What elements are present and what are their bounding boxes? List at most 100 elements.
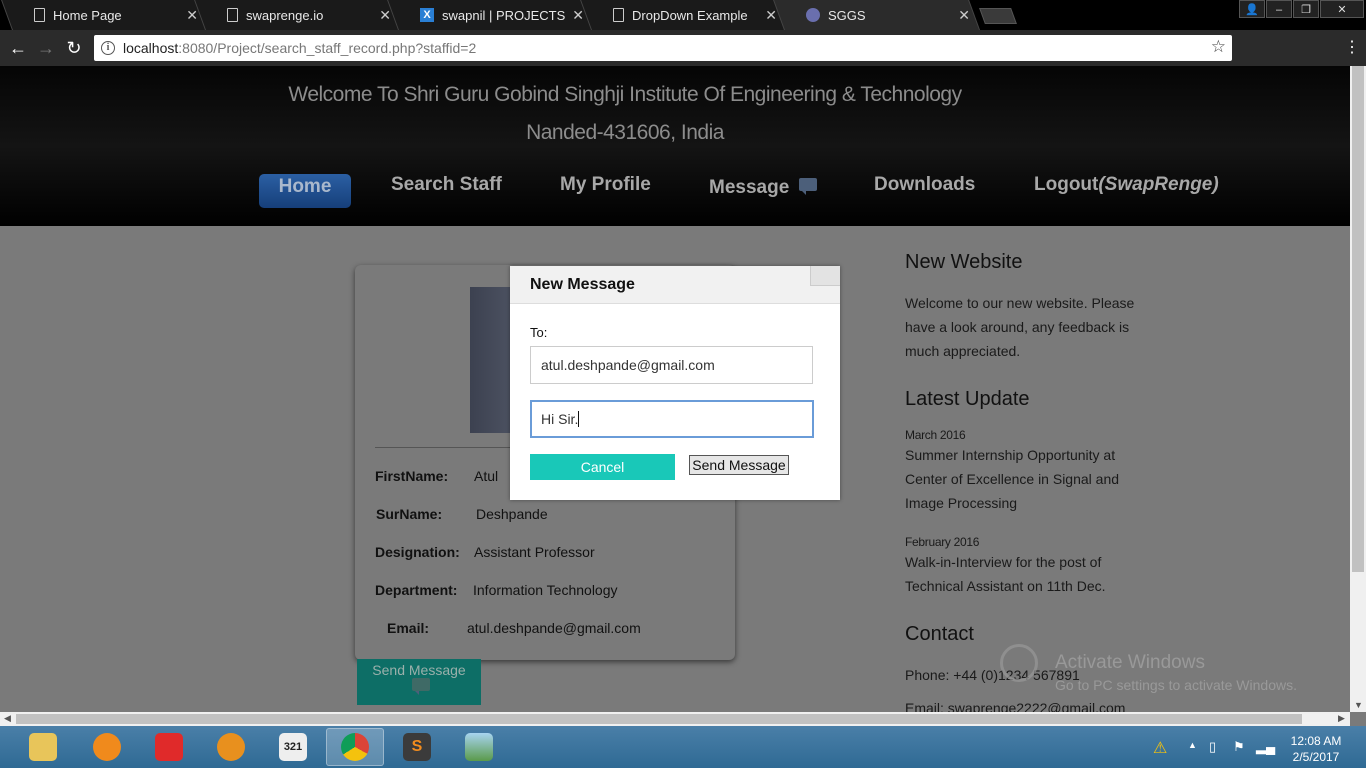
- scroll-down-arrow-icon[interactable]: ▼: [1354, 700, 1363, 710]
- info-icon[interactable]: i: [101, 41, 115, 55]
- recipient-input[interactable]: atul.deshpande@gmail.com: [530, 346, 813, 384]
- activate-windows-title: Activate Windows: [1055, 652, 1205, 673]
- bookmark-star-icon[interactable]: ☆: [1211, 37, 1226, 57]
- chevron-up-icon[interactable]: ▲: [1188, 740, 1197, 750]
- firstname-label: FirstName:: [375, 468, 449, 484]
- tab-dropdown-example[interactable]: DropDown Example ✕: [580, 0, 787, 30]
- nav-logout[interactable]: Logout(SwapRenge): [1034, 174, 1219, 196]
- key-watermark-icon: [1000, 644, 1038, 682]
- close-icon[interactable]: ✕: [572, 7, 584, 24]
- surname-label: SurName:: [376, 506, 443, 522]
- reload-icon[interactable]: ↻: [62, 36, 86, 60]
- media-player-321-icon: 321: [279, 733, 307, 761]
- back-arrow-icon[interactable]: ←: [6, 36, 30, 60]
- update-date: March 2016: [905, 428, 966, 442]
- send-message-button[interactable]: Send Message: [357, 659, 481, 705]
- site-header: Welcome To Shri Guru Gobind Singhji Inst…: [0, 66, 1350, 226]
- dialog-close-button[interactable]: [810, 266, 840, 286]
- tab-title: Home Page: [53, 7, 122, 23]
- sublime-button[interactable]: S: [388, 728, 446, 766]
- new-message-dialog: New Message To: atul.deshpande@gmail.com…: [510, 266, 840, 500]
- designation-value: Assistant Professor: [474, 544, 595, 560]
- update-text[interactable]: Walk-in-Interview for the post of Techni…: [905, 550, 1120, 598]
- close-icon[interactable]: ✕: [958, 7, 970, 24]
- menu-kebab-icon[interactable]: ⋮: [1340, 36, 1364, 60]
- tab-title: swapnil | PROJECTS: [442, 7, 566, 23]
- chrome-button[interactable]: [326, 728, 384, 766]
- uc-browser-button[interactable]: [78, 728, 136, 766]
- department-value: Information Technology: [473, 582, 618, 598]
- minimize-button[interactable]: –: [1266, 0, 1292, 18]
- close-icon[interactable]: ✕: [379, 7, 391, 24]
- uc-browser-icon: [93, 733, 121, 761]
- text-cursor: [578, 411, 580, 427]
- send-message-label: Send Message: [372, 662, 466, 678]
- photos-button[interactable]: [450, 728, 508, 766]
- photo-viewer-icon: [465, 733, 493, 761]
- emblem-icon: [806, 8, 820, 22]
- flag-icon[interactable]: ⚑: [1233, 739, 1245, 755]
- tab-swaprenge-io[interactable]: swaprenge.io ✕: [194, 0, 401, 30]
- cancel-button[interactable]: Cancel: [530, 454, 675, 480]
- nav-search-staff[interactable]: Search Staff: [391, 174, 502, 196]
- tab-title: SGGS: [828, 7, 866, 23]
- x-logo-icon: X: [420, 8, 434, 22]
- file-explorer-button[interactable]: [14, 728, 72, 766]
- windows-taskbar: 321 S ⚠ ▲ ▯ ⚑ ▂▄ 12:08 AM 2/5/2017: [0, 726, 1366, 768]
- update-text[interactable]: Summer Internship Opportunity at Center …: [905, 443, 1140, 515]
- tab-title: DropDown Example: [632, 7, 748, 23]
- system-clock[interactable]: 12:08 AM 2/5/2017: [1284, 733, 1348, 765]
- chrome-icon: [341, 733, 369, 761]
- chat-icon: [798, 178, 817, 195]
- signal-icon[interactable]: ▂▄: [1256, 739, 1275, 755]
- email-label: Email:: [387, 620, 430, 636]
- forward-arrow-icon[interactable]: →: [34, 36, 58, 60]
- tab-home-page[interactable]: Home Page ✕: [1, 0, 209, 30]
- media-player-button[interactable]: 321: [264, 728, 322, 766]
- url-path: :8080/Project/search_staff_record.php?st…: [178, 40, 477, 56]
- new-tab-button[interactable]: [979, 8, 1017, 24]
- nav-message-label: Message: [709, 177, 790, 198]
- browser-tab-bar: Home Page ✕ swaprenge.io ✕ X swapnil | P…: [0, 0, 1366, 30]
- close-icon[interactable]: ✕: [765, 7, 777, 24]
- tab-swapnil-projects[interactable]: X swapnil | PROJECTS ✕: [387, 0, 594, 30]
- contact-email[interactable]: Email: swaprenge2222@gmail.com: [905, 696, 1150, 712]
- restore-button[interactable]: ❐: [1293, 0, 1319, 18]
- nav-home[interactable]: Home: [259, 174, 351, 208]
- nav-my-profile[interactable]: My Profile: [560, 174, 651, 196]
- scroll-left-arrow-icon[interactable]: ◀: [4, 713, 11, 724]
- tab-title: swaprenge.io: [246, 7, 324, 23]
- helm-app-button[interactable]: [202, 728, 260, 766]
- media-app-button[interactable]: [140, 728, 198, 766]
- url-host: localhost: [123, 40, 179, 56]
- send-message-submit-button[interactable]: Send Message: [689, 455, 789, 475]
- close-icon[interactable]: ✕: [186, 7, 198, 24]
- chat-icon: [412, 678, 430, 695]
- scroll-right-arrow-icon[interactable]: ▶: [1338, 713, 1345, 724]
- activate-windows-subtitle: Go to PC settings to activate Windows.: [1055, 677, 1297, 693]
- nav-downloads[interactable]: Downloads: [874, 174, 975, 196]
- contact-heading: Contact: [905, 623, 974, 645]
- nav-logout-user: (SwapRenge): [1098, 174, 1219, 195]
- user-icon[interactable]: 👤: [1239, 0, 1265, 18]
- vertical-scroll-thumb[interactable]: [1352, 66, 1364, 572]
- new-website-text: Welcome to our new website. Please have …: [905, 295, 1135, 359]
- media-app-icon: [155, 733, 183, 761]
- message-input[interactable]: Hi Sir.: [530, 400, 814, 438]
- horizontal-scrollbar[interactable]: ◀ ▶: [0, 712, 1350, 726]
- address-bar[interactable]: i localhost:8080/Project/search_staff_re…: [94, 35, 1232, 61]
- vertical-scrollbar[interactable]: ▼: [1350, 66, 1366, 712]
- nav-message[interactable]: Message: [709, 177, 817, 199]
- location-heading: Nanded-431606, India: [526, 121, 724, 144]
- latest-update-heading: Latest Update: [905, 388, 1030, 410]
- close-window-button[interactable]: ✕: [1320, 0, 1364, 18]
- page-icon: [34, 8, 45, 22]
- warning-icon[interactable]: ⚠: [1153, 738, 1167, 758]
- dialog-header: New Message: [510, 266, 840, 304]
- network-icon[interactable]: ▯: [1209, 739, 1216, 755]
- tab-sggs[interactable]: SGGS ✕: [773, 0, 980, 30]
- designation-label: Designation:: [375, 544, 460, 560]
- horizontal-scroll-thumb[interactable]: [16, 714, 1302, 724]
- page-icon: [613, 8, 624, 22]
- firstname-value: Atul: [474, 468, 499, 484]
